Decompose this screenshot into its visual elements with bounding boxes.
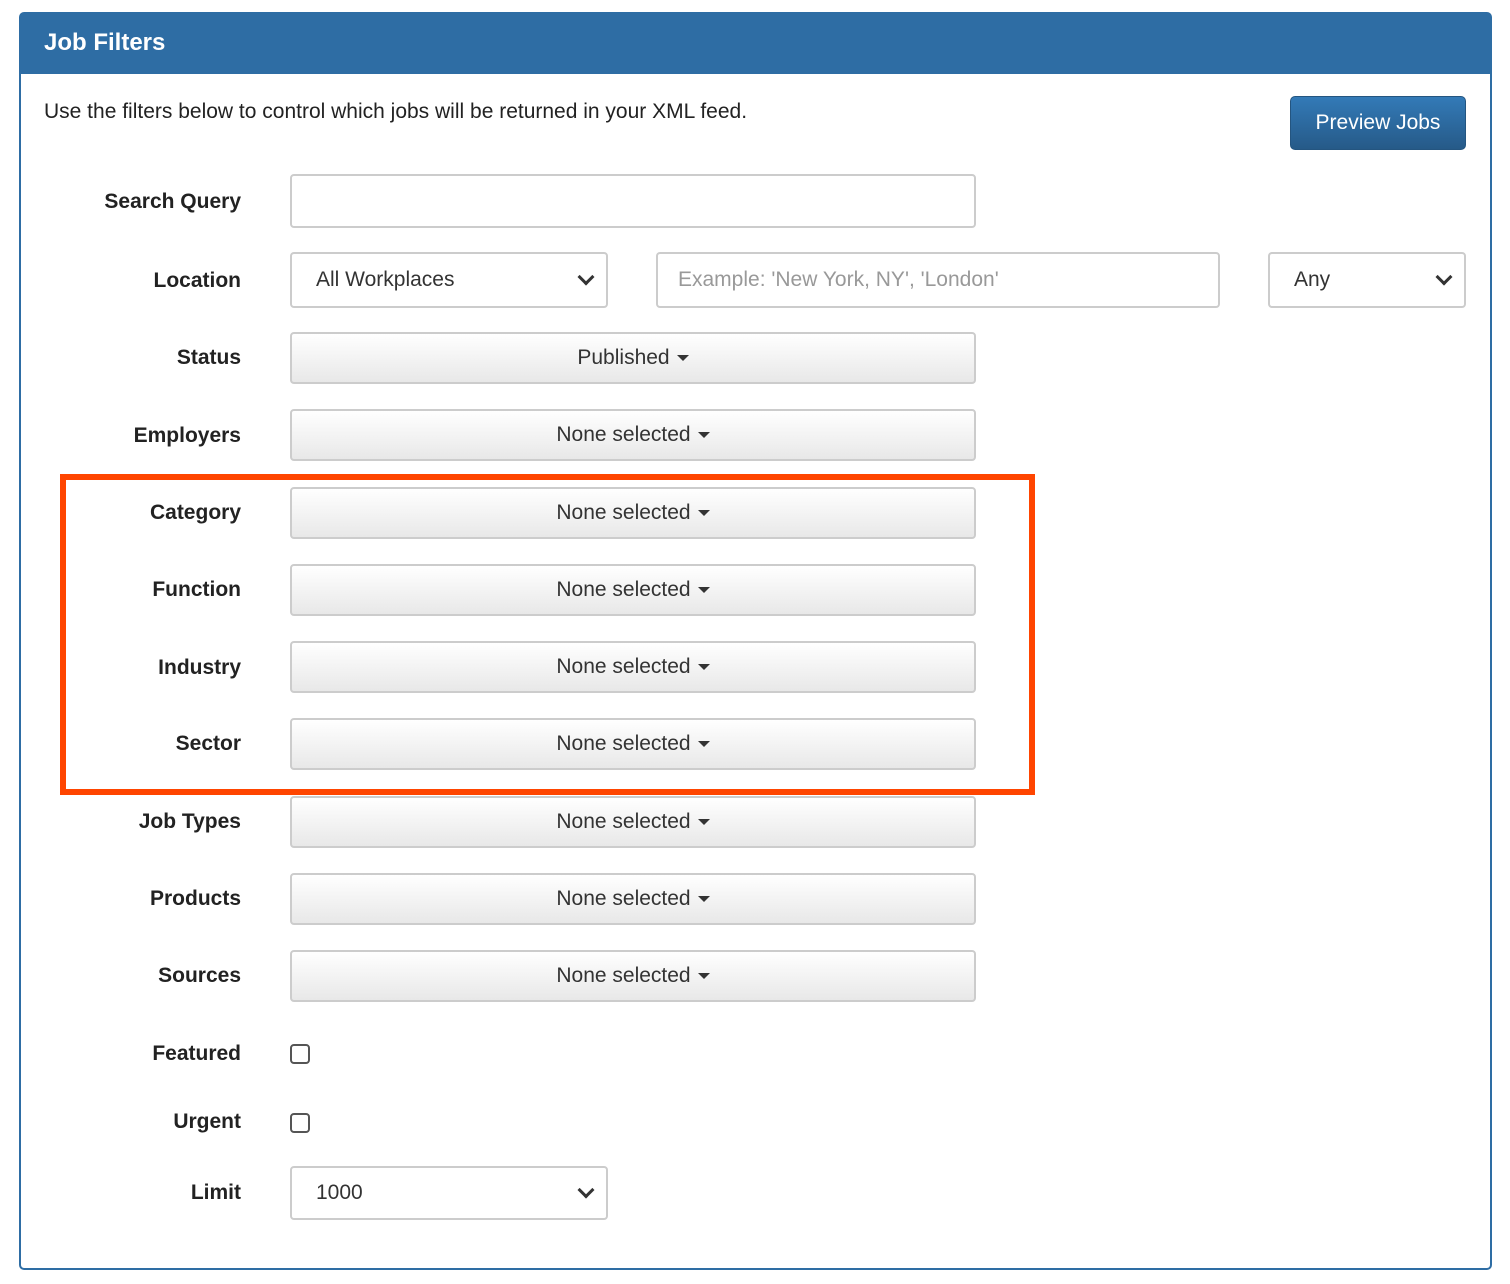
search-query-input[interactable] bbox=[290, 174, 976, 228]
workplace-select[interactable]: All Workplaces bbox=[290, 252, 608, 308]
status-dropdown[interactable]: Published bbox=[290, 332, 976, 384]
featured-checkbox[interactable] bbox=[290, 1044, 310, 1064]
status-label: Status bbox=[176, 346, 241, 369]
chevron-down-icon bbox=[577, 268, 595, 286]
search-query-label: Search Query bbox=[104, 190, 241, 213]
limit-label: Limit bbox=[190, 1181, 241, 1204]
products-value: None selected bbox=[556, 887, 691, 910]
products-label: Products bbox=[149, 887, 241, 910]
limit-select[interactable]: 1000 bbox=[290, 1166, 608, 1220]
job-types-label: Job Types bbox=[138, 810, 241, 833]
caret-down-icon bbox=[697, 973, 710, 979]
employers-dropdown[interactable]: None selected bbox=[290, 409, 976, 461]
products-dropdown[interactable]: None selected bbox=[290, 873, 976, 925]
sources-label: Sources bbox=[158, 964, 241, 987]
employers-value: None selected bbox=[556, 423, 691, 446]
preview-jobs-button[interactable]: Preview Jobs bbox=[1290, 96, 1466, 150]
status-value: Published bbox=[577, 346, 670, 369]
job-types-value: None selected bbox=[556, 810, 691, 833]
chevron-down-icon bbox=[1435, 268, 1453, 286]
workplace-value: All Workplaces bbox=[316, 268, 455, 291]
chevron-down-icon bbox=[577, 1181, 595, 1199]
location-label: Location bbox=[153, 269, 242, 292]
employers-label: Employers bbox=[133, 424, 241, 447]
featured-label: Featured bbox=[152, 1042, 241, 1065]
radius-value: Any bbox=[1294, 268, 1331, 291]
caret-down-icon bbox=[697, 819, 710, 825]
panel-title: Job Filters bbox=[21, 14, 1490, 74]
radius-select[interactable]: Any bbox=[1268, 252, 1466, 308]
limit-value: 1000 bbox=[316, 1181, 363, 1204]
urgent-label: Urgent bbox=[173, 1110, 241, 1133]
urgent-checkbox[interactable] bbox=[290, 1113, 310, 1133]
job-types-dropdown[interactable]: None selected bbox=[290, 796, 976, 848]
sources-dropdown[interactable]: None selected bbox=[290, 950, 976, 1002]
intro-text: Use the filters below to control which j… bbox=[44, 100, 748, 123]
sources-value: None selected bbox=[556, 964, 691, 987]
caret-down-icon bbox=[697, 896, 710, 902]
caret-down-icon bbox=[697, 432, 710, 438]
caret-down-icon bbox=[676, 355, 689, 361]
highlight-box bbox=[60, 474, 1035, 795]
location-input[interactable] bbox=[656, 252, 1220, 308]
